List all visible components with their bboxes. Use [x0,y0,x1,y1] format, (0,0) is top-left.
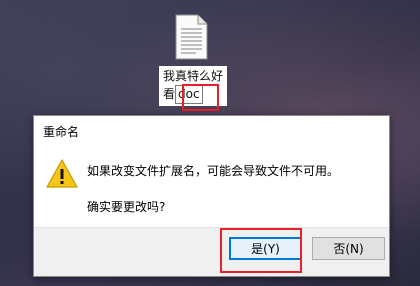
extension-highlight-box [182,84,219,111]
text-file-icon [175,14,208,60]
file-name-line1: 我真特么好 [163,69,224,83]
dialog-message: 如果改变文件扩展名，可能会导致文件不可用。 [87,164,340,178]
dialog-footer: 是(Y) 否(N) [34,227,389,276]
no-button[interactable]: 否(N) [312,237,385,260]
dialog-question: 确实要更改吗? [87,200,166,214]
file-name-tail: 看 [163,87,176,101]
warning-triangle-icon [46,159,78,188]
dialog-title: 重命名 [43,125,80,139]
dialog-body: 如果改变文件扩展名，可能会导致文件不可用。 确实要更改吗? [34,146,389,228]
rename-dialog: 重命名 如果改变文件扩展名，可能会导致文件不可用。 确实要更改吗? 是(Y) 否… [33,115,390,277]
yes-button-highlight-box [220,228,302,273]
